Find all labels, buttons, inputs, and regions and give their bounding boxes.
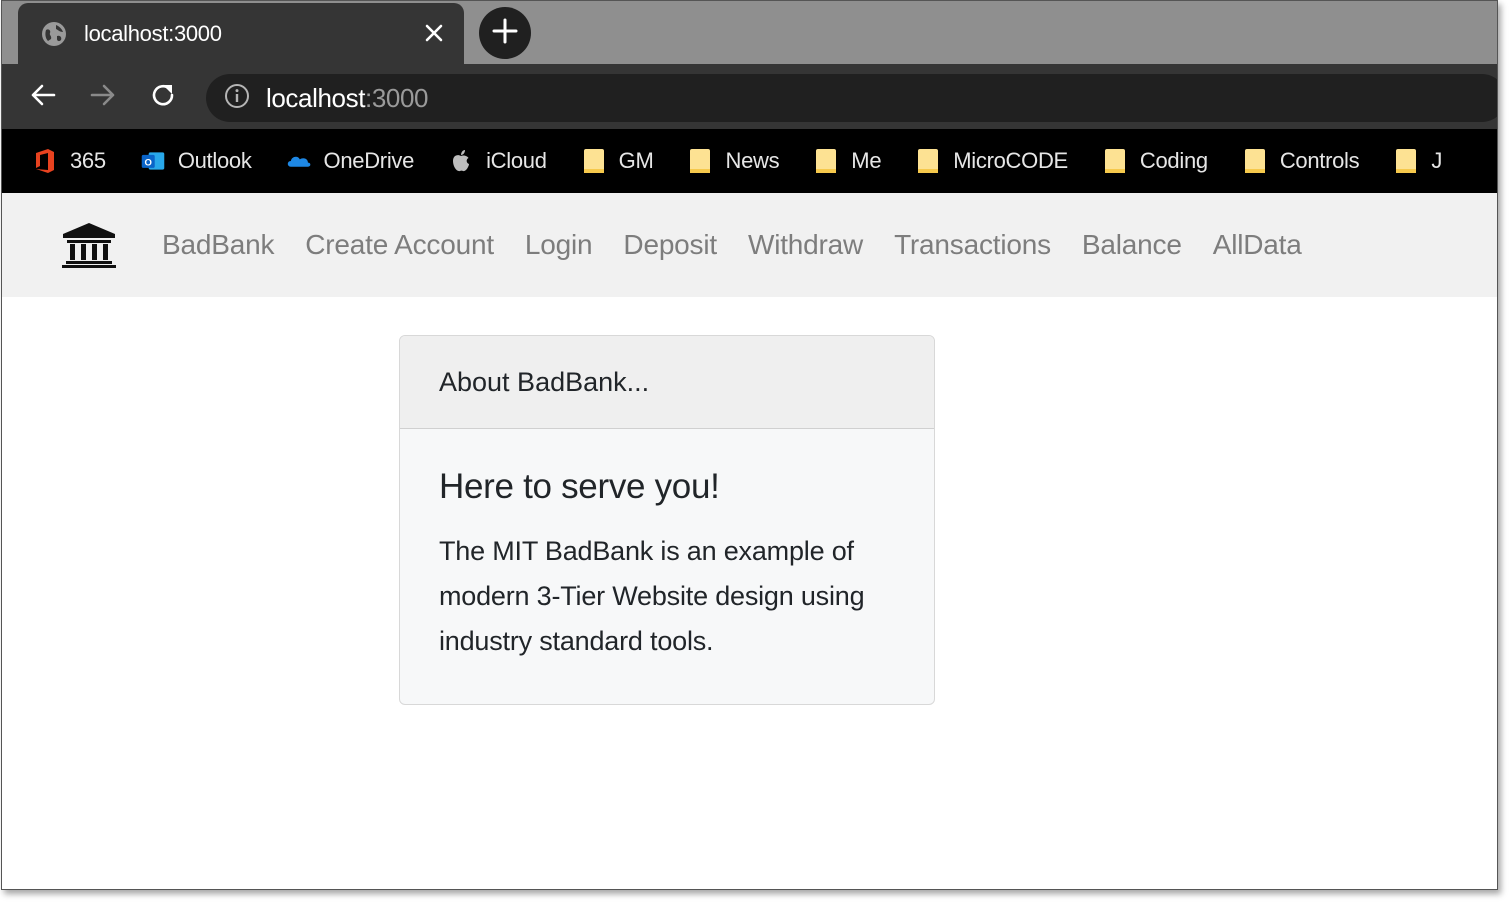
office-icon bbox=[32, 148, 58, 174]
arrow-right-icon bbox=[89, 81, 117, 114]
bookmark-outlook[interactable]: O Outlook bbox=[140, 148, 252, 174]
plus-icon bbox=[492, 18, 518, 49]
folder-icon bbox=[581, 148, 607, 174]
forward-button[interactable] bbox=[84, 78, 122, 116]
bank-icon[interactable] bbox=[60, 221, 118, 269]
nav-login[interactable]: Login bbox=[525, 229, 593, 261]
about-card: About BadBank... Here to serve you! The … bbox=[399, 335, 935, 705]
bookmark-folder-news[interactable]: News bbox=[687, 148, 780, 174]
tab-title: localhost:3000 bbox=[84, 20, 222, 46]
bookmark-label: Me bbox=[851, 148, 882, 173]
card-body: Here to serve you! The MIT BadBank is an… bbox=[400, 429, 934, 664]
nav-transactions[interactable]: Transactions bbox=[894, 229, 1051, 261]
nav-deposit[interactable]: Deposit bbox=[623, 229, 717, 261]
folder-icon bbox=[1102, 148, 1128, 174]
bookmark-folder-gm[interactable]: GM bbox=[581, 148, 654, 174]
apple-icon bbox=[448, 148, 474, 174]
close-tab-icon[interactable] bbox=[420, 19, 448, 47]
bookmark-label: iCloud bbox=[486, 148, 547, 173]
nav-alldata[interactable]: AllData bbox=[1213, 229, 1302, 261]
bookmark-onedrive[interactable]: OneDrive bbox=[286, 148, 415, 174]
onedrive-icon bbox=[286, 148, 312, 174]
bookmark-label: 365 bbox=[70, 148, 106, 173]
browser-window: localhost:3000 localhost:3000 365 O Outl… bbox=[1, 0, 1498, 890]
nav-create-account[interactable]: Create Account bbox=[305, 229, 494, 261]
bookmark-365[interactable]: 365 bbox=[32, 148, 106, 174]
bookmarks-bar: 365 O Outlook OneDrive iCloud GM News Me… bbox=[2, 129, 1497, 193]
bookmark-folder-me[interactable]: Me bbox=[813, 148, 882, 174]
reload-icon bbox=[149, 81, 177, 114]
folder-icon bbox=[1242, 148, 1268, 174]
folder-icon bbox=[813, 148, 839, 174]
bookmark-folder-controls[interactable]: Controls bbox=[1242, 148, 1360, 174]
bookmark-folder-microcode[interactable]: MicroCODE bbox=[915, 148, 1068, 174]
address-url[interactable]: localhost:3000 bbox=[266, 82, 429, 114]
bookmark-label: Controls bbox=[1279, 148, 1360, 173]
outlook-icon: O bbox=[140, 148, 166, 174]
bookmark-label: News bbox=[725, 148, 780, 173]
svg-text:O: O bbox=[144, 157, 151, 168]
bookmark-folder-coding[interactable]: Coding bbox=[1102, 148, 1208, 174]
bookmark-folder-j[interactable]: J bbox=[1393, 148, 1442, 174]
bookmark-label: Coding bbox=[1139, 148, 1208, 173]
info-icon[interactable] bbox=[224, 83, 250, 114]
new-tab-button[interactable] bbox=[479, 7, 531, 59]
browser-toolbar: localhost:3000 bbox=[2, 64, 1497, 129]
nav-brand-badbank[interactable]: BadBank bbox=[162, 229, 274, 261]
tab-strip: localhost:3000 bbox=[2, 1, 1497, 64]
card-header: About BadBank... bbox=[400, 336, 934, 429]
url-host: localhost bbox=[266, 82, 366, 113]
url-port: :3000 bbox=[365, 82, 429, 113]
browser-tab[interactable]: localhost:3000 bbox=[18, 3, 464, 64]
reload-button[interactable] bbox=[144, 78, 182, 116]
nav-withdraw[interactable]: Withdraw bbox=[748, 229, 863, 261]
folder-icon bbox=[687, 148, 713, 174]
globe-icon bbox=[40, 20, 68, 48]
bookmark-icloud[interactable]: iCloud bbox=[448, 148, 547, 174]
app-navbar: BadBank Create Account Login Deposit Wit… bbox=[2, 193, 1497, 297]
card-title: Here to serve you! bbox=[439, 467, 720, 506]
bookmark-label: OneDrive bbox=[323, 148, 415, 173]
bookmark-label: MicroCODE bbox=[953, 148, 1068, 173]
back-button[interactable] bbox=[24, 78, 62, 116]
bookmark-label: J bbox=[1431, 148, 1443, 173]
arrow-left-icon bbox=[29, 81, 57, 114]
folder-icon bbox=[1393, 148, 1419, 174]
bookmark-label: Outlook bbox=[177, 148, 252, 173]
nav-balance[interactable]: Balance bbox=[1082, 229, 1182, 261]
address-bar[interactable]: localhost:3000 bbox=[206, 74, 1497, 122]
bookmark-label: GM bbox=[618, 148, 654, 173]
card-text: The MIT BadBank is an example of modern … bbox=[439, 536, 865, 656]
folder-icon bbox=[915, 148, 941, 174]
